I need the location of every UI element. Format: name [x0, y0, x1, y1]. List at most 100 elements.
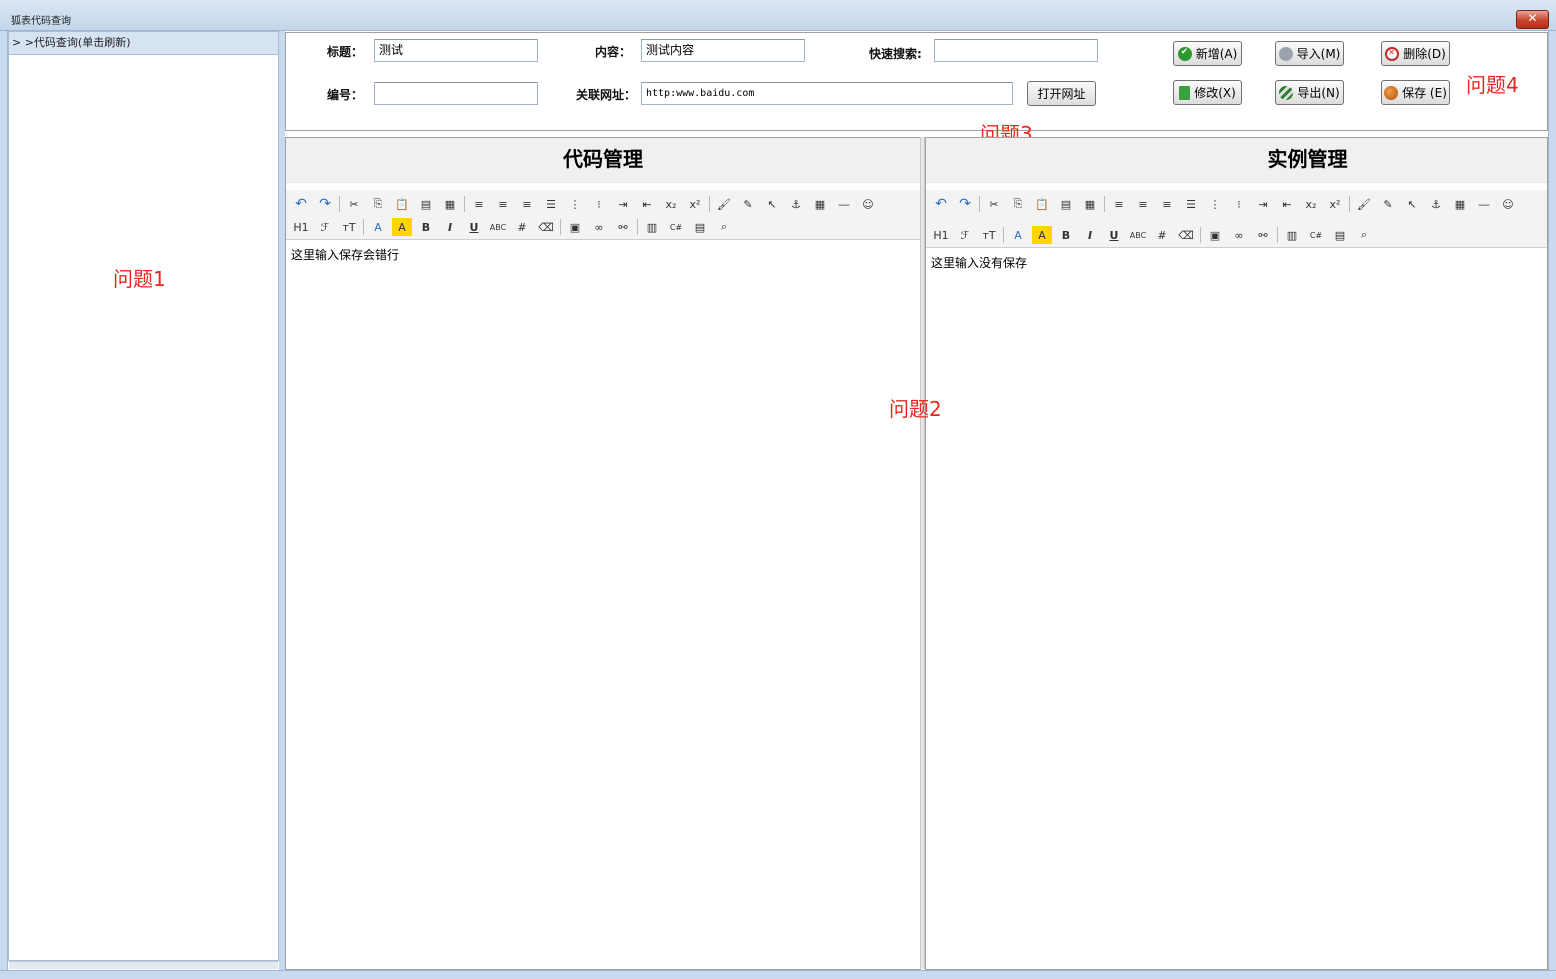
- align-center-icon[interactable]: ≡: [1133, 195, 1153, 213]
- subscript-icon[interactable]: x₂: [661, 195, 681, 213]
- template-icon[interactable]: ▥: [1282, 226, 1302, 244]
- ordered-list-icon[interactable]: ⋮: [565, 195, 585, 213]
- superscript-icon[interactable]: x²: [1325, 195, 1345, 213]
- clear-format-icon[interactable]: 🖌: [1354, 195, 1374, 213]
- justify-icon[interactable]: ☰: [541, 195, 561, 213]
- image-icon[interactable]: ▣: [1205, 226, 1225, 244]
- close-button[interactable]: ✕: [1516, 10, 1549, 29]
- paste-text-icon[interactable]: ▤: [416, 195, 436, 213]
- code-query-list[interactable]: [8, 55, 279, 961]
- unlink-icon[interactable]: ⚯: [613, 218, 633, 236]
- justify-icon[interactable]: ☰: [1181, 195, 1201, 213]
- clipboard-icon[interactable]: ▤: [1330, 226, 1350, 244]
- line-height-icon[interactable]: #: [1152, 226, 1172, 244]
- align-center-icon[interactable]: ≡: [493, 195, 513, 213]
- hr-icon[interactable]: ―: [834, 195, 854, 213]
- preview-icon[interactable]: ⌕: [1354, 226, 1374, 244]
- redo-icon[interactable]: ↷: [955, 195, 975, 213]
- emoticon-icon[interactable]: ☺: [858, 195, 878, 213]
- horizontal-scrollbar[interactable]: [9, 961, 278, 969]
- cut-icon[interactable]: ✂: [984, 195, 1004, 213]
- strikethrough-icon[interactable]: ABC: [1128, 226, 1148, 244]
- import-button[interactable]: 导入(M): [1275, 41, 1344, 66]
- image-icon[interactable]: ▣: [565, 218, 585, 236]
- eraser-icon[interactable]: ⌫: [1176, 226, 1196, 244]
- example-editor-content[interactable]: 这里输入没有保存: [926, 248, 1547, 969]
- paste-icon[interactable]: 📋: [1032, 195, 1052, 213]
- title-field[interactable]: 测试: [374, 39, 538, 62]
- font-color-icon[interactable]: A: [1008, 226, 1028, 244]
- paste-text-icon[interactable]: ▤: [1056, 195, 1076, 213]
- copy-icon[interactable]: ⎘: [368, 195, 388, 213]
- copy-icon[interactable]: ⎘: [1008, 195, 1028, 213]
- emoticon-icon[interactable]: ☺: [1498, 195, 1518, 213]
- code-icon[interactable]: C#: [1306, 226, 1326, 244]
- bold-icon[interactable]: B: [1056, 226, 1076, 244]
- font-family-icon[interactable]: ℱ: [315, 218, 335, 236]
- highlight-icon[interactable]: A: [1032, 226, 1052, 244]
- export-button[interactable]: 导出(N): [1275, 80, 1344, 105]
- heading-icon[interactable]: H1: [931, 226, 951, 244]
- superscript-icon[interactable]: x²: [685, 195, 705, 213]
- highlight-icon[interactable]: A: [392, 218, 412, 236]
- table-icon[interactable]: ▦: [810, 195, 830, 213]
- save-button[interactable]: 保存 (E): [1381, 80, 1450, 105]
- anchor-icon[interactable]: ⚓: [786, 195, 806, 213]
- hr-icon[interactable]: ―: [1474, 195, 1494, 213]
- indent-icon[interactable]: ⇥: [1253, 195, 1273, 213]
- font-size-icon[interactable]: тT: [979, 226, 999, 244]
- anchor-icon[interactable]: ⚓: [1426, 195, 1446, 213]
- font-color-icon[interactable]: A: [368, 218, 388, 236]
- align-left-icon[interactable]: ≡: [1109, 195, 1129, 213]
- code-icon[interactable]: C#: [666, 218, 686, 236]
- outdent-icon[interactable]: ⇤: [637, 195, 657, 213]
- subscript-icon[interactable]: x₂: [1301, 195, 1321, 213]
- add-button[interactable]: 新增(A): [1173, 41, 1242, 66]
- align-right-icon[interactable]: ≡: [1157, 195, 1177, 213]
- italic-icon[interactable]: I: [1080, 226, 1100, 244]
- table-icon[interactable]: ▦: [1450, 195, 1470, 213]
- undo-icon[interactable]: ↶: [931, 195, 951, 213]
- code-editor-content[interactable]: 这里输入保存会错行: [286, 240, 920, 969]
- clear-format-icon[interactable]: 🖌: [714, 195, 734, 213]
- unordered-list-icon[interactable]: ⁝: [1229, 195, 1249, 213]
- cut-icon[interactable]: ✂: [344, 195, 364, 213]
- bold-icon[interactable]: B: [416, 218, 436, 236]
- select-all-icon[interactable]: ✎: [738, 195, 758, 213]
- select-all-icon[interactable]: ✎: [1378, 195, 1398, 213]
- undo-icon[interactable]: ↶: [291, 195, 311, 213]
- align-left-icon[interactable]: ≡: [469, 195, 489, 213]
- clipboard-icon[interactable]: ▤: [690, 218, 710, 236]
- indent-icon[interactable]: ⇥: [613, 195, 633, 213]
- preview-icon[interactable]: ⌕: [714, 218, 734, 236]
- font-family-icon[interactable]: ℱ: [955, 226, 975, 244]
- line-height-icon[interactable]: #: [512, 218, 532, 236]
- pointer-icon[interactable]: ↖: [1402, 195, 1422, 213]
- link-icon[interactable]: ∞: [589, 218, 609, 236]
- underline-icon[interactable]: U: [1104, 226, 1124, 244]
- open-url-button[interactable]: 打开网址: [1027, 81, 1096, 106]
- content-field[interactable]: 测试内容: [641, 39, 805, 62]
- unlink-icon[interactable]: ⚯: [1253, 226, 1273, 244]
- template-icon[interactable]: ▥: [642, 218, 662, 236]
- font-size-icon[interactable]: тT: [339, 218, 359, 236]
- strikethrough-icon[interactable]: ABC: [488, 218, 508, 236]
- modify-button[interactable]: 修改(X): [1173, 80, 1242, 105]
- delete-button[interactable]: 删除(D): [1381, 41, 1450, 66]
- redo-icon[interactable]: ↷: [315, 195, 335, 213]
- url-field[interactable]: http:www.baidu.com: [641, 82, 1013, 105]
- outdent-icon[interactable]: ⇤: [1277, 195, 1297, 213]
- ordered-list-icon[interactable]: ⋮: [1205, 195, 1225, 213]
- unordered-list-icon[interactable]: ⁝: [589, 195, 609, 213]
- link-icon[interactable]: ∞: [1229, 226, 1249, 244]
- number-field[interactable]: [374, 82, 538, 105]
- underline-icon[interactable]: U: [464, 218, 484, 236]
- paste-word-icon[interactable]: ▦: [1080, 195, 1100, 213]
- quick-search-input[interactable]: [934, 39, 1098, 62]
- code-query-header[interactable]: > >代码查询(单击刷新): [8, 31, 279, 55]
- paste-word-icon[interactable]: ▦: [440, 195, 460, 213]
- align-right-icon[interactable]: ≡: [517, 195, 537, 213]
- pointer-icon[interactable]: ↖: [762, 195, 782, 213]
- heading-icon[interactable]: H1: [291, 218, 311, 236]
- paste-icon[interactable]: 📋: [392, 195, 412, 213]
